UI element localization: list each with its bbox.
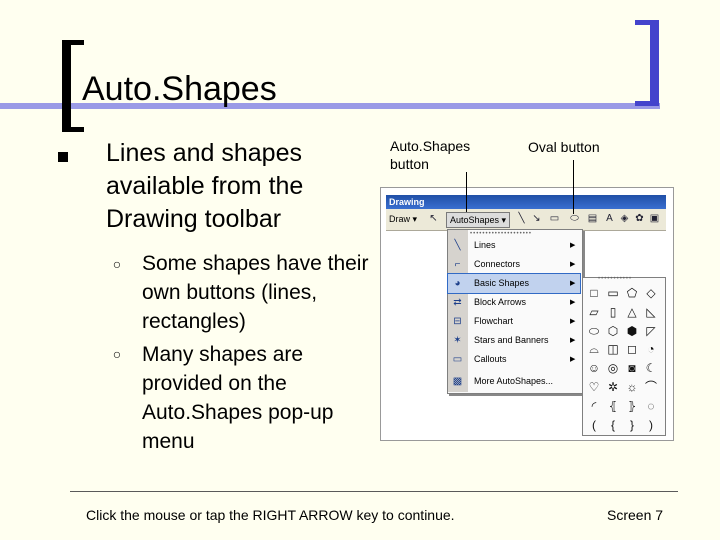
sub-bullet-circle-icon: ○ [112,346,122,362]
basic-shapes-icon: ◕ [454,278,461,289]
submenu-arrow-icon: ▶ [570,299,576,306]
shape-option-icon[interactable]: ⦄ [623,397,641,415]
toolbar-title: Drawing [386,195,666,209]
submenu-arrow-icon: ▶ [570,337,576,344]
palette-drag-handle[interactable]: ••••••••••• [598,276,632,282]
menu-item-block-arrows[interactable]: ⇄ Block Arrows ▶ [448,293,580,312]
lines-icon: ╲ [454,240,461,251]
shape-option-icon[interactable]: ⌒ [642,378,660,396]
main-bullet-text: Lines and shapes available from the Draw… [106,139,304,233]
slide-title: Auto.Shapes [82,70,277,108]
submenu-arrow-icon: ▶ [570,242,576,249]
menu-item-stars-banners[interactable]: ✶ Stars and Banners ▶ [448,331,580,350]
shape-option-icon[interactable]: ☺ [585,359,603,377]
menu-item-callouts[interactable]: ▭ Callouts ▶ [448,350,580,369]
flowchart-icon: ⊟ [453,316,462,327]
shape-option-icon[interactable]: } [623,416,641,434]
submenu-arrow-icon: ▶ [570,280,576,287]
autoshapes-button-callout: Auto.Shapes button [390,138,471,172]
wordart-icon[interactable]: A [604,213,615,224]
shape-option-icon[interactable]: ◙ [623,359,641,377]
shape-option-icon[interactable]: ☼ [623,378,641,396]
menu-item-label: Flowchart [474,316,514,326]
picture-icon[interactable]: ▣ [649,213,660,224]
shape-option-icon[interactable]: ⬭ [585,322,603,340]
menu-item-label: Callouts [474,354,507,364]
menu-item-label: Connectors [474,259,521,269]
shape-option-icon[interactable]: ( [585,416,603,434]
menu-item-flowchart[interactable]: ⊟ Flowchart ▶ [448,312,580,331]
sub-bullet-text: Many shapes are provided on the Auto.Sha… [142,343,334,453]
pointer-icon[interactable]: ↖ [428,213,439,224]
shape-option-icon[interactable]: ◻ [623,340,641,358]
more-autoshapes-icon: ▩ [452,376,463,387]
shape-option-icon[interactable]: ⬠ [623,284,641,302]
shape-option-icon[interactable]: □ [585,284,603,302]
shape-option-icon[interactable]: ◔ [642,340,660,358]
submenu-arrow-icon: ▶ [570,261,576,268]
shape-option-icon[interactable]: ◇ [642,284,660,302]
block-arrows-icon: ⇄ [453,297,462,308]
shape-option-icon[interactable]: ) [642,416,660,434]
arrow-icon[interactable]: ↘ [531,213,542,224]
shape-option-icon[interactable]: ◸ [642,322,660,340]
menu-item-connectors[interactable]: ⌐ Connectors ▶ [448,255,580,274]
shape-option-icon[interactable]: ⬡ [604,322,622,340]
right-bracket [650,20,659,106]
submenu-arrow-icon: ▶ [570,318,576,325]
footer-rule [70,491,678,492]
shape-option-icon[interactable]: ◎ [604,359,622,377]
menu-item-label: Basic Shapes [474,278,530,288]
menu-item-label: Lines [474,240,496,250]
diagram-icon[interactable]: ◈ [619,213,630,224]
draw-menu-button[interactable]: Draw ▾ [389,212,417,227]
submenu-arrow-icon: ▶ [570,356,576,363]
rectangle-icon[interactable]: ▭ [549,213,560,224]
screen-number: Screen 7 [607,507,664,523]
bullet-square-icon [58,152,68,162]
shape-option-icon[interactable]: ◜ [585,397,603,415]
clipart-icon[interactable]: ✿ [634,213,645,224]
menu-item-label: Block Arrows [474,297,527,307]
shape-option-icon[interactable]: △ [623,303,641,321]
stars-banners-icon: ✶ [453,335,462,346]
menu-item-more-autoshapes[interactable]: ▩ More AutoShapes... [448,372,580,391]
line-icon[interactable]: ╲ [516,213,527,224]
shape-option-icon[interactable]: ⬢ [623,322,641,340]
shape-option-icon[interactable]: ◫ [604,340,622,358]
shape-option-icon[interactable]: ▱ [585,303,603,321]
oval-icon[interactable]: ⬭ [569,213,580,224]
textbox-icon[interactable]: ▤ [587,213,598,224]
shape-option-icon[interactable]: ☾ [642,359,660,377]
shape-option-icon[interactable]: ◺ [642,303,660,321]
oval-leader-line [573,160,574,214]
shape-option-icon[interactable]: ▭ [604,284,622,302]
shape-option-icon[interactable]: ◌ [642,397,660,415]
menu-item-lines[interactable]: ╲ Lines ▶ [448,236,580,255]
left-bracket-top [62,40,84,45]
sub-bullet-text: Some shapes have their own buttons (line… [142,252,369,333]
autoshapes-button[interactable]: AutoShapes ▾ [446,212,511,228]
callouts-icon: ▭ [452,354,463,365]
shape-option-icon[interactable]: ▯ [604,303,622,321]
shape-option-icon[interactable]: ✲ [604,378,622,396]
menu-item-label: Stars and Banners [474,335,549,345]
left-bracket [62,40,71,132]
oval-button-callout: Oval button [528,139,600,155]
menu-item-basic-shapes[interactable]: ◕ Basic Shapes ▶ [447,273,581,294]
shape-option-icon[interactable]: ⦃ [604,397,622,415]
shape-option-icon[interactable]: ⌓ [585,340,603,358]
shape-option-icon[interactable]: { [604,416,622,434]
right-bracket-top [635,20,659,25]
shape-option-icon[interactable]: ♡ [585,378,603,396]
left-bracket-bottom [62,127,84,132]
autoshapes-leader-line [466,172,467,212]
right-bracket-bottom [635,101,659,106]
continue-instruction: Click the mouse or tap the RIGHT ARROW k… [86,507,455,523]
sub-bullet-circle-icon: ○ [112,256,122,272]
connectors-icon: ⌐ [454,259,461,270]
menu-item-label: More AutoShapes... [474,376,554,386]
